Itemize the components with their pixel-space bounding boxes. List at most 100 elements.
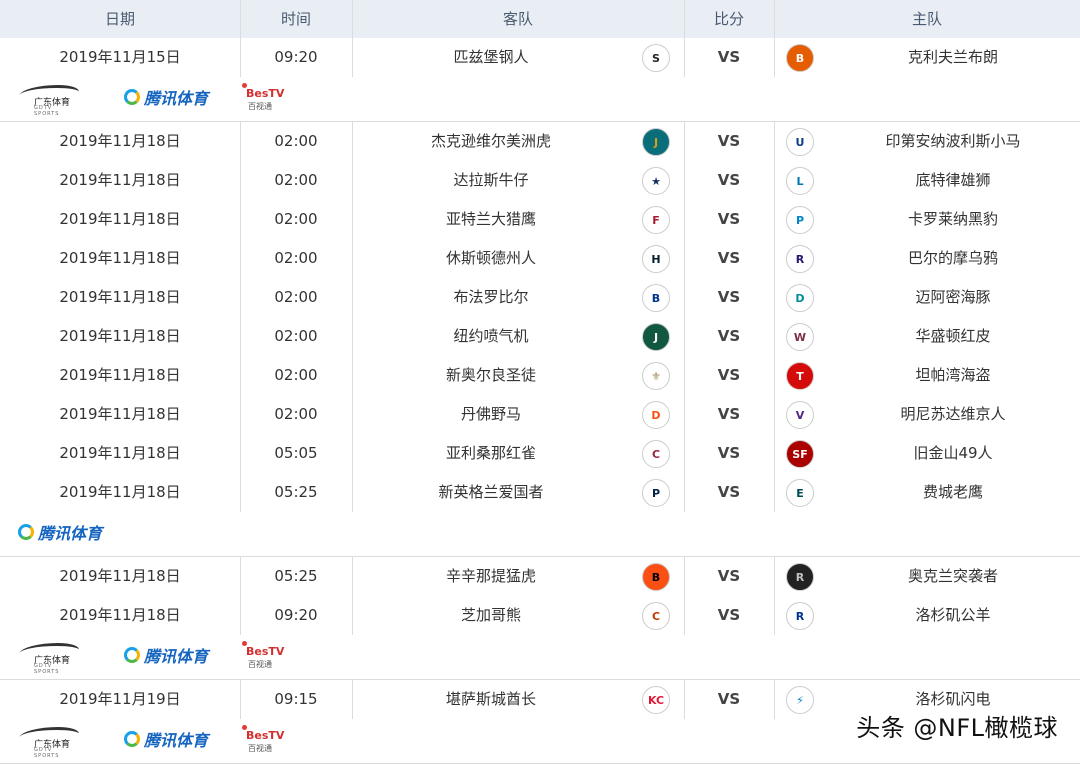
header-away: 客队 xyxy=(502,10,533,28)
home-team: 底特律雄狮 xyxy=(915,171,991,189)
bears-icon: C xyxy=(642,602,670,630)
home-team: 卡罗莱纳黑豹 xyxy=(907,210,998,228)
buccaneers-icon: T xyxy=(786,362,814,390)
table-row: 2019年11月18日 02:00 杰克逊维尔美洲虎 VS 印第安纳波利斯小马 J U xyxy=(0,122,1080,162)
vs-label: VS xyxy=(717,483,741,501)
tencent-sports-logo: 腾讯体育 xyxy=(124,641,216,673)
table-row: 2019年11月18日 02:00 亚特兰大猎鹰 VS 卡罗莱纳黑豹 F P xyxy=(0,200,1080,240)
vs-label: VS xyxy=(717,48,741,66)
vs-label: VS xyxy=(717,690,741,708)
away-team: 新奥尔良圣徒 xyxy=(445,366,536,384)
tencent-ring-icon xyxy=(124,89,140,105)
home-team: 迈阿密海豚 xyxy=(915,288,991,306)
away-team: 堪萨斯城酋长 xyxy=(445,690,536,708)
date-cell: 2019年11月18日 xyxy=(59,249,181,267)
tencent-sports-logo: 腾讯体育 xyxy=(124,83,216,115)
home-team: 旧金山49人 xyxy=(913,444,993,462)
vs-label: VS xyxy=(717,405,741,423)
home-team: 费城老鹰 xyxy=(922,483,983,501)
away-team: 布法罗比尔 xyxy=(453,288,529,306)
home-team: 洛杉矶公羊 xyxy=(915,606,991,624)
chiefs-icon: KC xyxy=(642,686,670,714)
date-cell: 2019年11月19日 xyxy=(59,690,181,708)
table-row: 2019年11月18日 02:00 达拉斯牛仔 VS 底特律雄狮 ★ L xyxy=(0,161,1080,201)
table-row: 2019年11月18日 02:00 休斯顿德州人 VS 巴尔的摩乌鸦 H R xyxy=(0,239,1080,279)
away-team: 亚特兰大猎鹰 xyxy=(445,210,536,228)
time-cell: 02:00 xyxy=(274,210,318,228)
49ers-icon: SF xyxy=(786,440,814,468)
vs-label: VS xyxy=(717,210,741,228)
time-cell: 02:00 xyxy=(274,366,318,384)
away-team: 休斯顿德州人 xyxy=(445,249,536,267)
date-cell: 2019年11月18日 xyxy=(59,483,181,501)
broadcaster-row: 腾讯体育 xyxy=(0,512,1080,557)
away-team: 丹佛野马 xyxy=(460,405,521,423)
time-cell: 05:05 xyxy=(274,444,318,462)
date-cell: 2019年11月18日 xyxy=(59,606,181,624)
date-cell: 2019年11月18日 xyxy=(59,444,181,462)
date-cell: 2019年11月18日 xyxy=(59,327,181,345)
away-team: 新英格兰爱国者 xyxy=(438,483,544,501)
vs-label: VS xyxy=(717,444,741,462)
jaguars-icon: J xyxy=(642,128,670,156)
chargers-icon: ⚡ xyxy=(786,686,814,714)
away-team: 达拉斯牛仔 xyxy=(453,171,529,189)
header-score: 比分 xyxy=(713,10,744,28)
home-team: 坦帕湾海盗 xyxy=(915,366,991,384)
jets-icon: J xyxy=(642,323,670,351)
home-team: 巴尔的摩乌鸦 xyxy=(907,249,998,267)
falcons-icon: F xyxy=(642,206,670,234)
time-cell: 02:00 xyxy=(274,327,318,345)
date-cell: 2019年11月18日 xyxy=(59,567,181,585)
tencent-ring-icon xyxy=(124,647,140,663)
header-home: 主队 xyxy=(911,10,942,28)
header-time: 时间 xyxy=(280,10,311,28)
vs-label: VS xyxy=(717,132,741,150)
time-cell: 02:00 xyxy=(274,171,318,189)
watermark: 头条 @NFL橄榄球 xyxy=(856,714,1058,742)
table-header: 日期 时间 客队 比分 主队 xyxy=(0,0,1080,39)
table-row: 2019年11月18日 02:00 丹佛野马 VS 明尼苏达维京人 D V xyxy=(0,395,1080,435)
steelers-icon: S xyxy=(642,44,670,72)
date-cell: 2019年11月18日 xyxy=(59,405,181,423)
date-cell: 2019年11月18日 xyxy=(59,132,181,150)
patriots-icon: P xyxy=(642,479,670,507)
home-team: 奥克兰突袭者 xyxy=(907,567,998,585)
time-cell: 02:00 xyxy=(274,132,318,150)
cowboys-icon: ★ xyxy=(642,167,670,195)
time-cell: 02:00 xyxy=(274,405,318,423)
date-cell: 2019年11月18日 xyxy=(59,171,181,189)
home-team: 印第安纳波利斯小马 xyxy=(885,132,1021,150)
time-cell: 09:20 xyxy=(274,606,318,624)
table-row: 2019年11月18日 02:00 纽约喷气机 VS 华盛顿红皮 J W xyxy=(0,317,1080,357)
away-team: 芝加哥熊 xyxy=(460,606,521,624)
time-cell: 02:00 xyxy=(274,249,318,267)
bills-icon: B xyxy=(642,284,670,312)
time-cell: 05:25 xyxy=(274,567,318,585)
eagles-icon: E xyxy=(786,479,814,507)
date-cell: 2019年11月18日 xyxy=(59,366,181,384)
away-team: 纽约喷气机 xyxy=(453,327,529,345)
saints-icon: ⚜ xyxy=(642,362,670,390)
time-cell: 09:20 xyxy=(274,48,318,66)
vs-label: VS xyxy=(717,288,741,306)
table-row: 2019年11月18日 05:25 辛辛那提猛虎 VS 奥克兰突袭者 B R xyxy=(0,557,1080,597)
broadcaster-row: 广东体育 GDTV SPORTS 腾讯体育 BesTV 百视通 xyxy=(0,635,1080,680)
colts-icon: U xyxy=(786,128,814,156)
vikings-icon: V xyxy=(786,401,814,429)
tencent-sports-logo: 腾讯体育 xyxy=(124,725,216,757)
table-row: 2019年11月18日 05:05 亚利桑那红雀 VS 旧金山49人 C SF xyxy=(0,434,1080,474)
bengals-icon: B xyxy=(642,563,670,591)
tencent-ring-icon xyxy=(18,524,34,540)
home-team: 克利夫兰布朗 xyxy=(907,48,998,66)
vs-label: VS xyxy=(717,567,741,585)
gdtv-sports-logo: 广东体育 GDTV SPORTS xyxy=(16,83,82,117)
date-cell: 2019年11月18日 xyxy=(59,288,181,306)
bestv-logo: BesTV 百视通 xyxy=(242,641,286,673)
table-row: 2019年11月18日 09:20 芝加哥熊 VS 洛杉矶公羊 C R xyxy=(0,596,1080,636)
raiders-icon: R xyxy=(786,563,814,591)
vs-label: VS xyxy=(717,249,741,267)
vs-label: VS xyxy=(717,171,741,189)
vs-label: VS xyxy=(717,366,741,384)
table-row: 2019年11月18日 02:00 新奥尔良圣徒 VS 坦帕湾海盗 ⚜ T xyxy=(0,356,1080,396)
